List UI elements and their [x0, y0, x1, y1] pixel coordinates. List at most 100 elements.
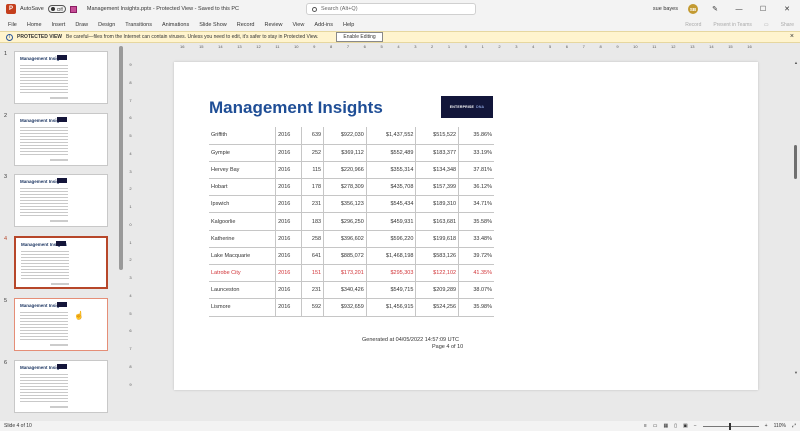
ruler-tick: 8 [129, 79, 132, 85]
thumbnail-row[interactable]: 3 Management Insights [0, 174, 118, 230]
present-in-teams-button[interactable]: Present in Teams [713, 22, 752, 28]
slide-thumbnail[interactable]: Management Insights [14, 360, 108, 413]
tab-record[interactable]: Record [237, 22, 255, 28]
tab-animations[interactable]: Animations [162, 22, 189, 28]
tab-insert[interactable]: Insert [52, 22, 66, 28]
thumbnail-table [20, 372, 68, 402]
table-cell: 2016 [275, 281, 303, 300]
table-cell: 639 [301, 127, 325, 145]
table-row: Launceston 2016 231 $340,426 $549,715 $209,28… [209, 281, 494, 300]
tab-slide-show[interactable]: Slide Show [199, 22, 227, 28]
logo-text: ENTERPRISE [449, 105, 475, 109]
thumbnail-table [20, 125, 68, 155]
table-cell: Katherine [209, 230, 277, 248]
table-cell: 2016 [275, 298, 303, 317]
table-cell: $545,434 [366, 195, 417, 214]
reading-view-icon[interactable]: ▯ [674, 423, 677, 429]
tab-view[interactable]: View [293, 22, 305, 28]
maximize-button[interactable]: ☐ [756, 5, 770, 13]
ruler-tick: 9 [129, 62, 132, 67]
slide-thumbnail[interactable]: Management Insights [14, 174, 108, 227]
notes-icon[interactable]: ≡ [644, 423, 647, 429]
generated-timestamp: Generated at 04/05/2022 14:57:09 UTC [362, 337, 459, 343]
table-cell: Launceston [209, 281, 277, 300]
thumbnail-row[interactable]: 1 Management Insights [0, 51, 118, 107]
zoom-level[interactable]: 110% [774, 423, 786, 429]
tab-design[interactable]: Design [98, 22, 115, 28]
pen-icon[interactable]: ✎ [708, 5, 722, 13]
slide-canvas[interactable]: Management Insights ENTERPRISE DNA Griffi… [174, 62, 758, 390]
tab-help[interactable]: Help [343, 22, 354, 28]
close-icon[interactable]: × [790, 33, 794, 40]
thumbnail-row[interactable]: 4 Management Insights [0, 236, 118, 292]
table-cell: 35.98% [458, 298, 494, 317]
thumbnail-row[interactable]: 6 Management Insights [0, 360, 118, 416]
table-cell: 2016 [275, 161, 303, 180]
close-button[interactable]: ✕ [780, 5, 794, 13]
search-box[interactable]: Search (Alt+Q) [306, 3, 476, 15]
zoom-in-icon[interactable]: + [765, 423, 768, 429]
slide-thumbnail-selected[interactable]: Management Insights [14, 236, 108, 289]
thumbnail-row[interactable]: 5 Management Insights [0, 298, 118, 354]
thumbnail-logo [57, 302, 67, 307]
ruler-tick: 15 [728, 44, 733, 49]
record-button[interactable]: Record [685, 22, 701, 28]
thumbnail-footer [51, 283, 69, 285]
table-cell: $583,126 [415, 247, 460, 266]
thumbnail-scrollbar[interactable] [119, 46, 123, 270]
table-cell: $183,377 [415, 144, 460, 162]
tab-file[interactable]: File [8, 22, 17, 28]
table-cell: 35.86% [458, 127, 494, 145]
slide-thumbnail-hover[interactable]: Management Insights [14, 298, 108, 351]
autosave-toggle[interactable]: Off [47, 5, 66, 13]
thumbnail-footer [50, 159, 68, 161]
scroll-down-icon[interactable]: ▼ [794, 370, 798, 375]
table-cell: 2016 [275, 230, 303, 248]
ruler-tick: 5 [129, 133, 132, 139]
ruler-tick: 6 [363, 44, 366, 49]
table-cell: $524,256 [415, 298, 460, 317]
table-cell: $199,618 [415, 230, 460, 248]
avatar[interactable]: SB [688, 4, 698, 14]
status-bar: Slide 4 of 10 ≡ ▭ ▦ ▯ ▣ − + 110% ⤢ [0, 421, 800, 431]
ruler-tick: 6 [129, 115, 132, 121]
tab-add-ins[interactable]: Add-ins [314, 22, 333, 28]
slide-thumbnail[interactable]: Management Insights [14, 113, 108, 166]
share-button[interactable]: Share [781, 22, 794, 28]
table-cell: 2016 [275, 144, 303, 162]
table-cell: 115 [301, 161, 325, 180]
tab-review[interactable]: Review [264, 22, 282, 28]
save-icon[interactable] [69, 5, 77, 13]
zoom-slider-thumb[interactable] [728, 422, 731, 430]
comment-icon[interactable]: ▭ [764, 22, 769, 28]
ruler-tick: 1 [129, 239, 132, 245]
normal-view-icon[interactable]: ▭ [653, 423, 658, 429]
ruler-tick: 4 [129, 150, 132, 156]
ruler-tick: 6 [565, 44, 569, 49]
scroll-up-icon[interactable]: ▲ [794, 60, 798, 65]
ruler-tick: 5 [548, 44, 552, 49]
thumbnail-footer [50, 97, 68, 99]
table-cell: 252 [301, 144, 325, 162]
table-cell: $220,966 [323, 161, 367, 180]
thumbnail-row[interactable]: 2 Management Insights [0, 113, 118, 169]
table-row: Hervey Bay 2016 115 $220,966 $355,314 $134,34… [209, 161, 494, 180]
tab-draw[interactable]: Draw [75, 22, 88, 28]
vertical-scrollbar[interactable]: ▲ ▼ [794, 60, 798, 390]
zoom-out-icon[interactable]: − [694, 423, 697, 429]
slide-thumbnail[interactable]: Management Insights [14, 51, 108, 104]
slide-sorter-icon[interactable]: ▦ [663, 423, 668, 429]
user-name[interactable]: sue bayes [653, 6, 678, 12]
ruler-tick: 5 [129, 310, 132, 316]
table-cell: $356,123 [323, 195, 367, 214]
scrollbar-thumb[interactable] [794, 145, 797, 179]
fit-to-window-icon[interactable]: ⤢ [792, 423, 796, 429]
slideshow-icon[interactable]: ▣ [683, 423, 688, 429]
tab-home[interactable]: Home [27, 22, 42, 28]
zoom-slider[interactable] [702, 422, 759, 430]
minimize-button[interactable]: — [732, 6, 746, 13]
enable-editing-button[interactable]: Enable Editing [336, 32, 383, 42]
tab-transitions[interactable]: Transitions [125, 22, 152, 28]
ruler-tick: 2 [129, 257, 132, 263]
table-cell: Latrobe City [209, 264, 277, 283]
